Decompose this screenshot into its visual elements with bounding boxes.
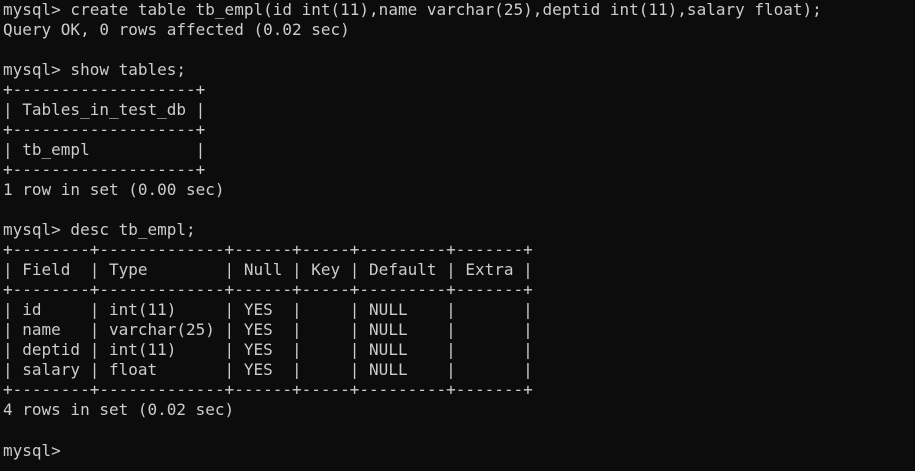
table-row: | deptid | int(11) | YES | | NULL | |: [3, 340, 533, 359]
table-border: +-------------------+: [3, 80, 206, 99]
terminal-line: 4 rows in set (0.02 sec): [3, 400, 235, 419]
table-row: | tb_empl |: [3, 140, 206, 159]
table-header-row: | Tables_in_test_db |: [3, 100, 206, 119]
terminal-line: mysql> desc tb_empl;: [3, 220, 196, 239]
terminal-line: Query OK, 0 rows affected (0.02 sec): [3, 20, 350, 39]
table-row: | salary | float | YES | | NULL | |: [3, 360, 533, 379]
table-border: +--------+-------------+------+-----+---…: [3, 380, 533, 399]
command-prompt[interactable]: mysql>: [3, 440, 915, 460]
table-border: +--------+-------------+------+-----+---…: [3, 280, 533, 299]
table-border: +--------+-------------+------+-----+---…: [3, 240, 533, 259]
table-border: +-------------------+: [3, 160, 206, 179]
prompt-text: mysql>: [3, 441, 71, 460]
terminal-line: mysql> create table tb_empl(id int(11),n…: [3, 0, 822, 19]
terminal-line: mysql> show tables;: [3, 60, 187, 79]
terminal-line: 1 row in set (0.00 sec): [3, 180, 225, 199]
table-row: | name | varchar(25) | YES | | NULL | |: [3, 320, 533, 339]
table-header-row: | Field | Type | Null | Key | Default | …: [3, 260, 533, 279]
table-border: +-------------------+: [3, 120, 206, 139]
text-cursor: [70, 440, 79, 456]
terminal-window[interactable]: mysql> create table tb_empl(id int(11),n…: [0, 0, 915, 471]
table-row: | id | int(11) | YES | | NULL | |: [3, 300, 533, 319]
